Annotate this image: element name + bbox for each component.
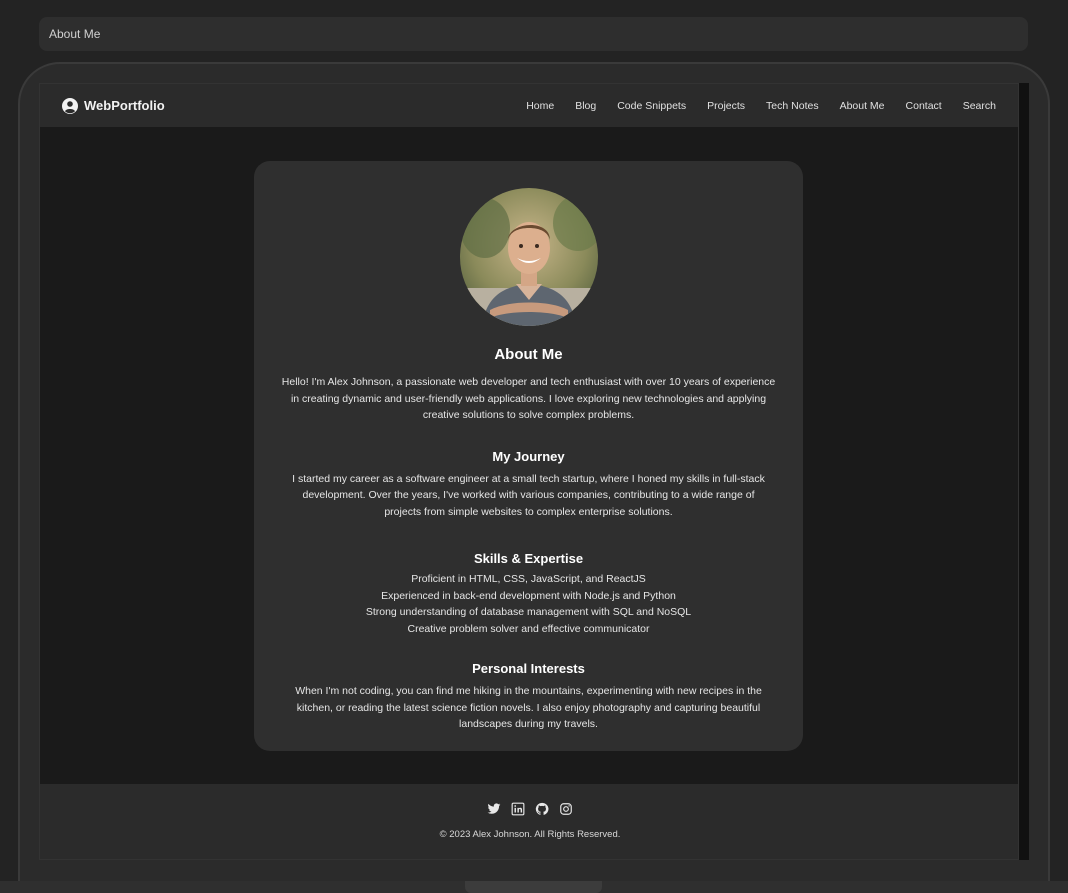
github-icon[interactable]: [535, 802, 549, 816]
profile-photo: [459, 188, 598, 326]
instagram-icon[interactable]: [559, 802, 573, 816]
linkedin-icon[interactable]: [511, 802, 525, 816]
nav-about-me[interactable]: About Me: [840, 100, 885, 112]
nav-links: Home Blog Code Snippets Projects Tech No…: [505, 100, 996, 112]
footer: © 2023 Alex Johnson. All Rights Reserved…: [40, 784, 1018, 859]
screen-edge: [1019, 83, 1029, 860]
journey-title: My Journey: [492, 448, 565, 464]
brand[interactable]: WebPortfolio: [62, 97, 165, 114]
laptop-notch: [465, 881, 602, 893]
nav-search[interactable]: Search: [963, 100, 996, 112]
list-item: Creative problem solver and effective co…: [407, 622, 650, 635]
nav-blog[interactable]: Blog: [575, 100, 596, 112]
navbar: WebPortfolio Home Blog Code Snippets Pro…: [40, 84, 1018, 127]
skills-list: Proficient in HTML, CSS, JavaScript, and…: [254, 571, 803, 637]
interests-text: When I'm not coding, you can find me hik…: [295, 685, 762, 730]
screen: WebPortfolio Home Blog Code Snippets Pro…: [39, 83, 1019, 860]
brand-name: WebPortfolio: [84, 98, 165, 113]
nav-tech-notes[interactable]: Tech Notes: [766, 100, 819, 112]
twitter-icon[interactable]: [487, 802, 501, 816]
nav-code-snippets[interactable]: Code Snippets: [617, 100, 686, 112]
about-card: About Me Hello! I'm Alex Johnson, a pass…: [254, 161, 803, 751]
about-title: About Me: [494, 346, 563, 363]
nav-projects[interactable]: Projects: [707, 100, 745, 112]
list-item: Strong understanding of database managem…: [365, 606, 692, 618]
skills-title: Skills & Expertise: [473, 551, 584, 566]
interests-title: Personal Interests: [472, 661, 585, 676]
journey-text: I started my career as a software engine…: [292, 472, 765, 518]
browser-tab[interactable]: About Me: [39, 17, 1028, 51]
intro-text: Hello! I'm Alex Johnson, a passionate we…: [281, 376, 776, 421]
user-circle-icon: [62, 97, 78, 114]
nav-contact[interactable]: Contact: [906, 100, 942, 112]
social-links: [40, 802, 1018, 816]
nav-home[interactable]: Home: [526, 100, 554, 112]
list-item: Proficient in HTML, CSS, JavaScript, and…: [411, 573, 646, 585]
tab-title: About Me: [49, 27, 101, 41]
list-item: Experienced in back-end development with…: [381, 589, 676, 602]
copyright: © 2023 Alex Johnson. All Rights Reserved…: [439, 829, 621, 840]
